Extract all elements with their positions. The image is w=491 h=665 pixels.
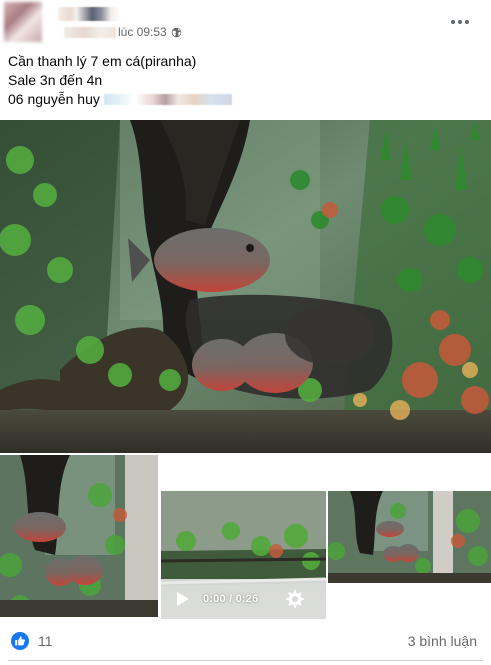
post-text-line: Sale 3n đến 4n: [8, 72, 103, 88]
post-photo-thumbnail[interactable]: [0, 455, 158, 617]
aquarium-photo: [0, 120, 491, 453]
post-text: Cần thanh lý 7 em cá(piranha) Sale 3n đế…: [8, 52, 478, 109]
post-header: lúc 09:53: [0, 0, 491, 46]
comment-count[interactable]: 3 bình luận: [408, 633, 477, 649]
post-photo-thumbnail[interactable]: [328, 491, 491, 583]
divider: [8, 660, 483, 661]
post-photo-main[interactable]: [0, 120, 491, 453]
address-redacted: [103, 94, 232, 105]
author-name-redacted[interactable]: [58, 7, 120, 21]
post-meta: lúc 09:53: [118, 24, 182, 40]
post-text-line: Cần thanh lý 7 em cá(piranha): [8, 53, 197, 69]
video-time: 0:00 / 0:26: [203, 593, 259, 605]
aquarium-thumbnail: [328, 491, 491, 583]
post-text-line: 06 nguyễn huy: [8, 90, 478, 109]
like-icon[interactable]: [11, 632, 29, 650]
more-options-button[interactable]: [446, 12, 474, 32]
globe-icon[interactable]: [171, 27, 182, 38]
play-icon[interactable]: [176, 591, 190, 607]
aquarium-thumbnail: [0, 455, 158, 617]
more-options-icon: [451, 20, 455, 24]
reactions-bar: 11 3 bình luận: [0, 624, 491, 658]
gear-icon[interactable]: [284, 588, 306, 610]
post-timestamp[interactable]: lúc 09:53: [118, 25, 167, 39]
author-avatar[interactable]: [4, 2, 42, 42]
post-video-thumbnail[interactable]: 0:00 / 0:26: [161, 491, 326, 619]
like-count[interactable]: 11: [38, 633, 53, 649]
post-text-line-address: 06 nguyễn huy: [8, 91, 100, 107]
author-meta-redacted: [64, 27, 116, 38]
video-controls: 0:00 / 0:26: [161, 579, 326, 619]
